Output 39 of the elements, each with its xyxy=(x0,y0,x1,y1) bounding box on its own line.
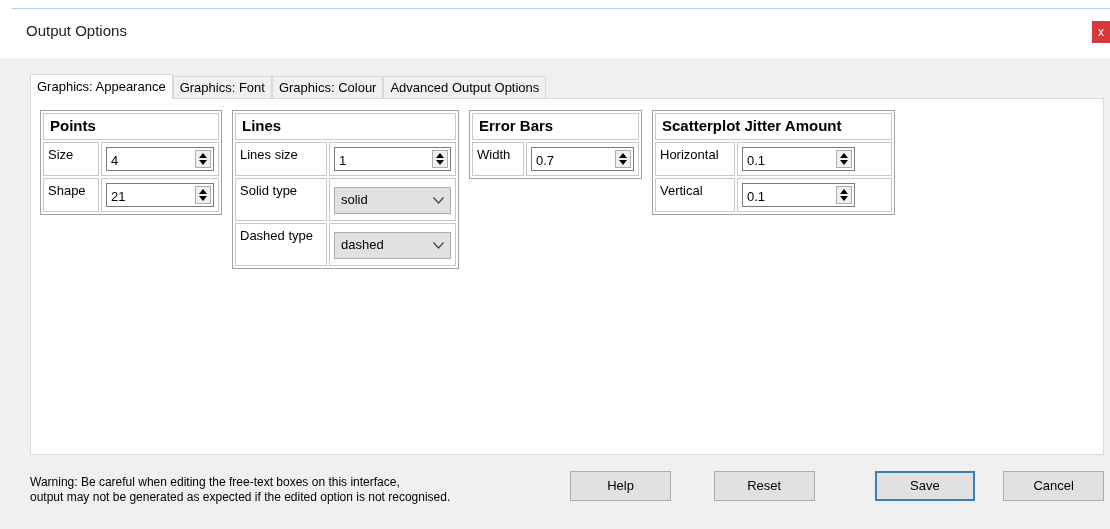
spin-buttons-icon[interactable] xyxy=(195,149,211,168)
group-heading: Points xyxy=(50,117,96,134)
dropdown[interactable]: solid xyxy=(334,186,451,214)
spin-buttons-icon[interactable] xyxy=(615,149,631,168)
group-heading: Error Bars xyxy=(479,117,554,134)
field-label: Size xyxy=(48,146,74,162)
tab[interactable]: Graphics: Appearance xyxy=(30,74,173,99)
chevron-icon xyxy=(433,241,444,249)
chevron-icon xyxy=(433,196,444,204)
number-field[interactable]: 0.1 xyxy=(742,182,855,207)
tab[interactable]: Graphics: Colour xyxy=(271,76,384,98)
field-label: Shape xyxy=(48,182,86,198)
dialog-button[interactable]: Cancel xyxy=(1003,471,1104,501)
spin-buttons-icon[interactable] xyxy=(432,149,448,168)
group-heading: Lines xyxy=(242,117,282,134)
field-label: Width xyxy=(477,146,511,162)
field-label: Vertical xyxy=(660,182,703,198)
dialog-button[interactable]: Save xyxy=(874,471,976,501)
number-field[interactable]: 1 xyxy=(334,146,451,171)
warning-text: Warning: Be careful when editing the free-text boxes on this interface, output may not be generated as expected if the edited option is not recognised. xyxy=(30,475,452,505)
number-field[interactable]: 0.1 xyxy=(742,146,855,171)
tab[interactable]: Advanced Output Options xyxy=(383,76,547,98)
close-button[interactable]: x xyxy=(1092,20,1110,43)
number-field[interactable]: 0.7 xyxy=(531,146,634,171)
field-label: Solid type xyxy=(240,182,298,198)
group-heading: Scatterplot Jitter Amount xyxy=(662,117,842,134)
number-field[interactable]: 4 xyxy=(106,146,214,171)
field-label: Dashed type xyxy=(240,227,313,243)
field-label: Lines size xyxy=(240,146,298,162)
spin-buttons-icon[interactable] xyxy=(836,149,852,168)
dialog-button[interactable]: Help xyxy=(570,471,671,501)
dialog-button[interactable]: Reset xyxy=(713,471,815,501)
tab[interactable]: Graphics: Font xyxy=(172,76,272,98)
spin-buttons-icon[interactable] xyxy=(836,185,852,204)
spin-buttons-icon[interactable] xyxy=(195,185,211,204)
number-field[interactable]: 21 xyxy=(106,182,214,207)
field-label: Horizontal xyxy=(660,146,719,162)
dropdown[interactable]: dashed xyxy=(334,231,451,259)
window-title: Output Options xyxy=(26,21,127,42)
